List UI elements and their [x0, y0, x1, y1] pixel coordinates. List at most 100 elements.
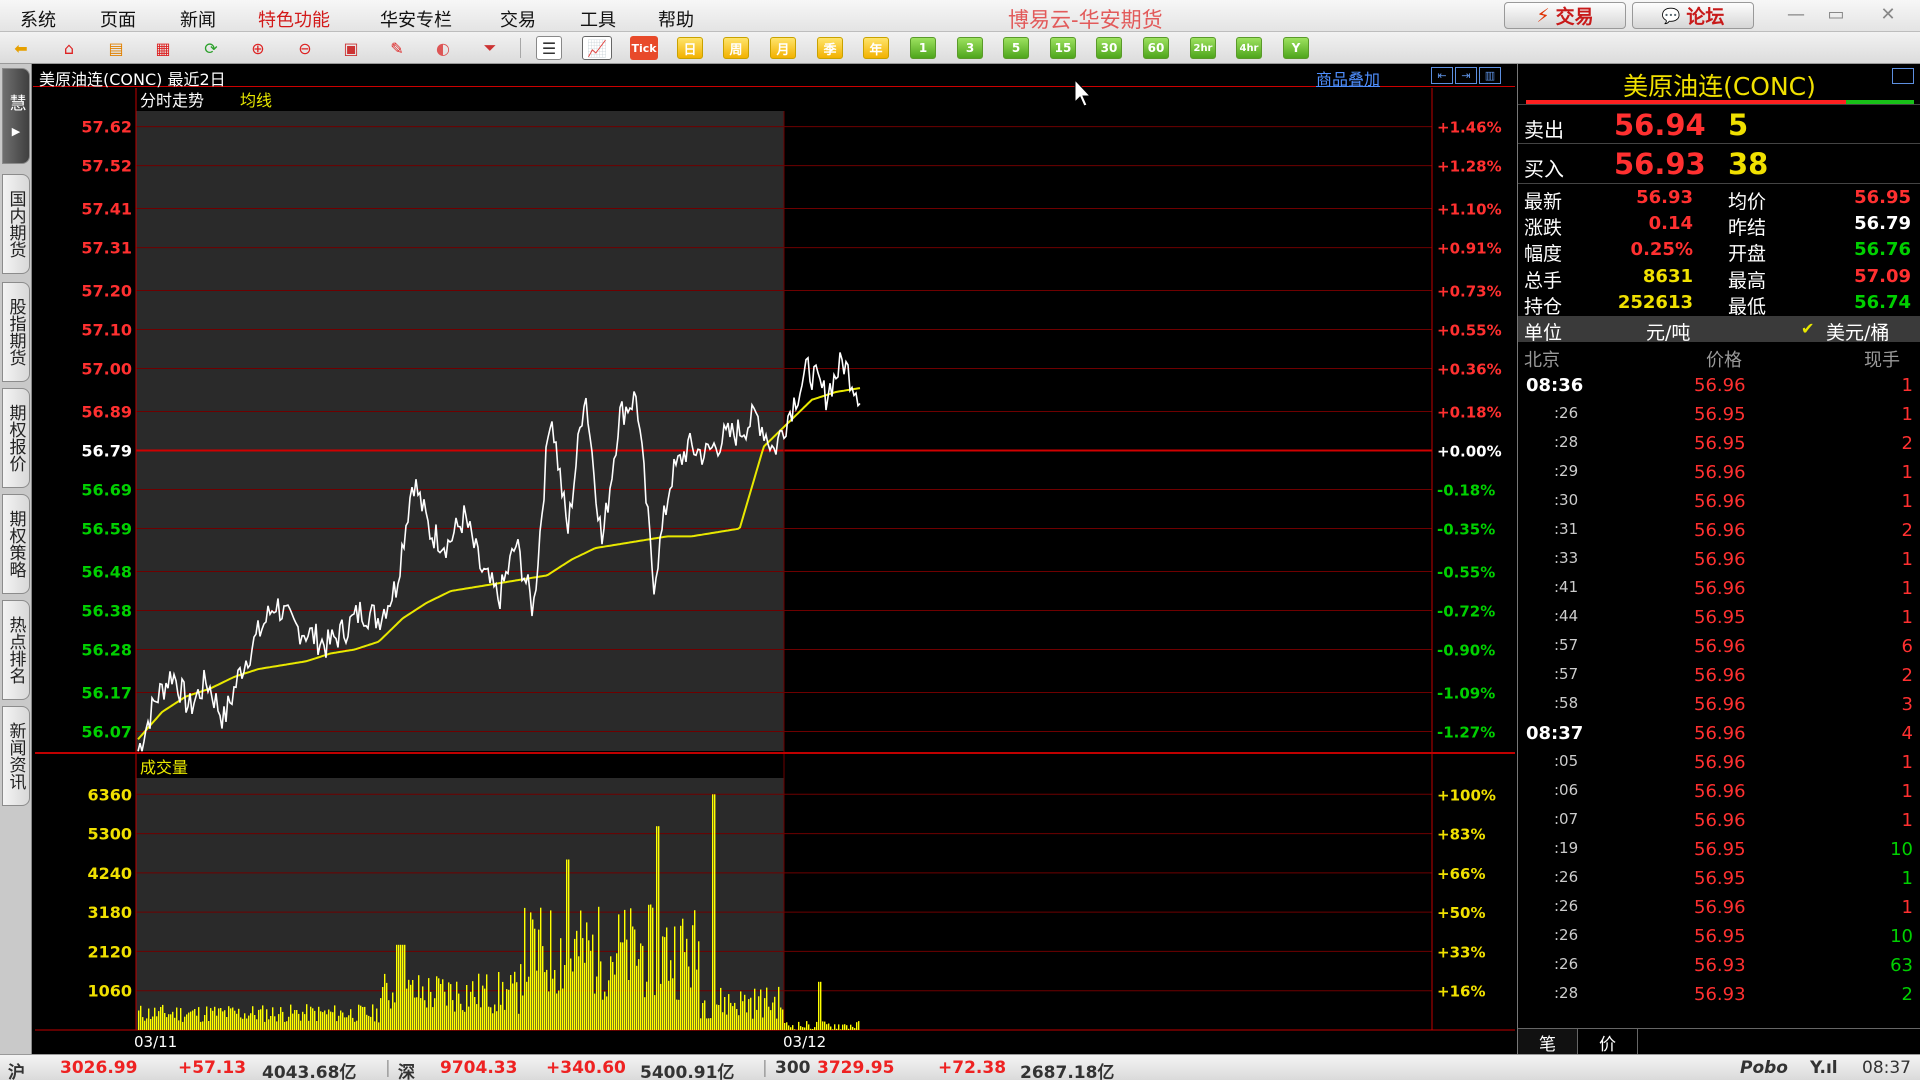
volume-bar	[578, 956, 580, 1030]
volume-bar	[660, 983, 662, 1030]
volume-bar	[760, 989, 762, 1030]
volume-bar	[694, 910, 696, 1030]
unit-usd-option[interactable]: 美元/桶	[1826, 318, 1889, 345]
volume-bar	[294, 1010, 296, 1030]
volume-bar	[470, 991, 472, 1030]
tick-qty: 1	[1901, 781, 1913, 802]
volume-bar	[772, 1002, 774, 1030]
tick-price: 56.95	[1694, 433, 1746, 454]
pct-tick-label: -0.18%	[1437, 482, 1495, 500]
volume-bar	[432, 1007, 434, 1030]
tick-price: 56.96	[1694, 665, 1746, 686]
trade-button[interactable]: ⚡ 交易	[1504, 2, 1626, 29]
pct-tick-label: +0.55%	[1437, 322, 1502, 340]
volume-bar	[396, 944, 398, 1030]
volume-bar	[168, 1014, 170, 1030]
volume-bar	[336, 1021, 338, 1030]
unit-cny-option[interactable]: 元/吨	[1646, 318, 1690, 345]
volume-bar	[290, 1004, 292, 1030]
volume-bar	[762, 1017, 764, 1030]
price-tick-label: 57.10	[81, 321, 132, 340]
volume-bar	[778, 986, 780, 1030]
volume-bar	[446, 1005, 448, 1030]
volume-bar	[548, 991, 550, 1030]
stat-key: 最新	[1524, 191, 1563, 213]
volume-bar	[356, 1020, 358, 1030]
volume-bar	[210, 1008, 212, 1030]
volume-bar	[562, 988, 564, 1030]
volume-bar	[798, 1021, 800, 1030]
tick-price: 56.96	[1694, 375, 1746, 396]
volume-tick-label: 3180	[87, 903, 132, 922]
tick-qty: 1	[1901, 549, 1913, 570]
volume-bar	[190, 1011, 192, 1030]
status-separator: |	[385, 1058, 391, 1078]
volume-bar	[286, 1021, 288, 1030]
volume-bar	[164, 1013, 166, 1030]
bid-price: 56.93	[1614, 147, 1706, 181]
volume-bar	[160, 1007, 162, 1030]
quote-instrument-name: 美原油连(CONC)	[1623, 72, 1816, 101]
close-icon[interactable]: ✕	[1870, 2, 1906, 26]
volume-bar	[510, 975, 512, 1030]
tick-row: :26 56.96 1	[1518, 893, 1920, 922]
tab-by-price[interactable]: 价	[1578, 1029, 1638, 1055]
volume-bar	[662, 936, 664, 1030]
volume-bar	[350, 1009, 352, 1030]
tick-price: 56.96	[1694, 491, 1746, 512]
tick-time: :06	[1554, 781, 1579, 799]
tick-row: :26 56.95 10	[1518, 922, 1920, 951]
volume-bar	[826, 1024, 828, 1030]
volume-bar	[434, 998, 436, 1030]
volume-bar	[568, 859, 570, 1030]
pct-tick-label: +0.73%	[1437, 283, 1502, 301]
volume-pct-label: +16%	[1437, 983, 1485, 1001]
volume-bar	[588, 940, 590, 1030]
stat-key: 均价	[1728, 191, 1767, 213]
tick-time: :26	[1554, 897, 1579, 915]
pct-tick-label: -1.27%	[1437, 723, 1495, 741]
forum-button[interactable]: 💬 论坛	[1632, 2, 1754, 29]
volume-bar	[156, 1016, 158, 1030]
volume-bar	[148, 1008, 150, 1030]
volume-bar	[326, 1014, 328, 1030]
volume-bar	[374, 1021, 376, 1030]
tick-price: 56.96	[1694, 781, 1746, 802]
volume-bar	[582, 938, 584, 1030]
volume-bar	[422, 986, 424, 1030]
volume-bar	[776, 1018, 778, 1030]
maximize-icon[interactable]: ▭	[1818, 2, 1854, 26]
volume-bar	[272, 1007, 274, 1030]
sz-index-label: 深	[398, 1063, 415, 1080]
volume-bar	[652, 907, 654, 1030]
volume-bar	[252, 1006, 254, 1030]
volume-bar	[488, 1006, 490, 1030]
price-tick-label: 56.38	[81, 602, 132, 621]
volume-bar	[410, 984, 412, 1030]
volume-bar	[302, 1011, 304, 1030]
volume-bar	[508, 989, 510, 1030]
tick-time: :26	[1554, 404, 1579, 422]
volume-bar	[450, 984, 452, 1030]
price-tick-label: 56.69	[81, 481, 132, 500]
panel-toggle-icon[interactable]	[1892, 68, 1914, 84]
tick-time: :26	[1554, 955, 1579, 973]
volume-bar	[532, 919, 534, 1030]
tick-bottom-tabs: 笔 价	[1518, 1028, 1920, 1055]
timeshare-chart[interactable]: 分时走势 均线 成交量 57.62 +1.46% 57.52 +1.28% 57.41 +…	[0, 0, 1516, 1054]
volume-bar	[536, 970, 538, 1030]
volume-bar	[620, 942, 622, 1030]
volume-bar	[594, 993, 596, 1030]
volume-bar	[830, 1026, 832, 1030]
pct-tick-label: +0.91%	[1437, 240, 1502, 258]
volume-bar	[348, 1015, 350, 1030]
tab-by-trade[interactable]: 笔	[1518, 1029, 1578, 1055]
minimize-icon[interactable]: —	[1778, 2, 1814, 26]
tick-price: 56.96	[1694, 723, 1746, 744]
volume-bar	[782, 1009, 784, 1030]
volume-bar	[730, 1002, 732, 1030]
checkmark-icon: ✔	[1801, 319, 1815, 338]
volume-bar	[648, 904, 650, 1030]
tick-price: 56.93	[1694, 984, 1746, 1005]
tick-time: :28	[1554, 433, 1579, 451]
